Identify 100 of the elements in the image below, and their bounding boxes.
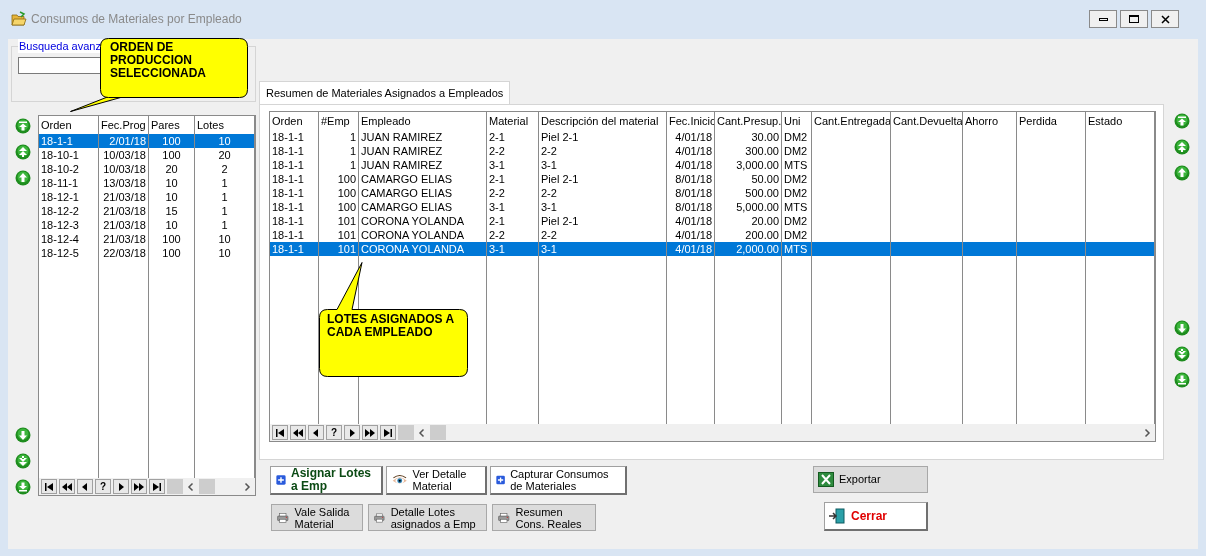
table-row[interactable]: 18-1-1 101 CORONA YOLANDA 2-1 Piel 2-1 4/01/18 20.00 DM2 — [270, 214, 1155, 228]
table-cell: 50.00 — [715, 172, 782, 186]
table-cell: CAMARGO ELIAS — [359, 186, 487, 200]
double-arrow-up-icon[interactable] — [1174, 139, 1190, 155]
next-button[interactable] — [344, 425, 360, 440]
tab[interactable]: Resumen de Materiales Asignados a Empleados — [259, 81, 511, 104]
help-button[interactable]: ? — [326, 425, 342, 440]
action-button[interactable]: Asignar Lotes a Emp — [270, 466, 383, 495]
last-record-button[interactable] — [380, 425, 396, 440]
table-row[interactable]: 18-1-1 1 JUAN RAMIREZ 2-1 Piel 2-1 4/01/18 30.00 DM2 — [270, 130, 1155, 144]
table-row[interactable]: 18-10-1 10/03/18 100 20 — [39, 148, 255, 162]
next-button[interactable] — [113, 479, 129, 494]
table-row[interactable]: 18-12-2 21/03/18 15 1 — [39, 204, 255, 218]
table-row[interactable]: 18-1-1 100 CAMARGO ELIAS 2-2 2-2 8/01/18 500.00 DM2 — [270, 186, 1155, 200]
scroll-right-icon[interactable] — [242, 481, 252, 492]
column-header[interactable]: Uni — [782, 112, 812, 130]
first-record-button[interactable] — [272, 425, 288, 440]
table-row[interactable]: 18-1-1 2/01/18 100 10 — [39, 134, 255, 148]
action-button[interactable]: Capturar Consumos de Materiales — [490, 466, 627, 495]
table-cell: DM2 — [782, 186, 812, 200]
rewind-button[interactable] — [59, 479, 75, 494]
column-header[interactable]: Material — [487, 112, 539, 130]
previous-button[interactable] — [308, 425, 324, 440]
print-button[interactable]: Vale Salida Material — [271, 504, 363, 531]
scroll-thumb[interactable] — [199, 479, 215, 494]
scroll-left-icon[interactable] — [417, 427, 427, 438]
table-row[interactable]: 18-12-1 21/03/18 10 1 — [39, 190, 255, 204]
fast-forward-button[interactable] — [131, 479, 147, 494]
table-cell: 4/01/18 — [667, 158, 715, 172]
arrow-to-top-icon[interactable] — [15, 118, 31, 134]
table-row[interactable]: 18-12-3 21/03/18 10 1 — [39, 218, 255, 232]
column-header[interactable]: Estado — [1086, 112, 1155, 130]
table-cell: DM2 — [782, 172, 812, 186]
table-row[interactable]: 18-12-5 22/03/18 100 10 — [39, 246, 255, 260]
table-row[interactable]: 18-10-2 10/03/18 20 2 — [39, 162, 255, 176]
close-button[interactable] — [1151, 10, 1179, 28]
column-header[interactable]: #Emp — [319, 112, 359, 130]
arrow-to-bottom-icon[interactable] — [1174, 372, 1190, 388]
minimize-button[interactable] — [1089, 10, 1117, 28]
table-cell: 18-12-1 — [39, 190, 99, 204]
column-header[interactable]: Orden — [39, 116, 99, 134]
restore-button[interactable] — [1120, 10, 1148, 28]
scroll-left-icon[interactable] — [186, 481, 196, 492]
arrow-up-icon[interactable] — [1174, 165, 1190, 181]
table-cell: 1 — [319, 130, 359, 144]
table-cell: 2-2 — [539, 144, 667, 158]
table-cell: 100 — [319, 172, 359, 186]
double-arrow-down-icon[interactable] — [15, 453, 31, 469]
column-header[interactable]: Lotes — [195, 116, 255, 134]
scroll-thumb[interactable] — [430, 425, 446, 440]
last-record-button[interactable] — [149, 479, 165, 494]
column-header[interactable]: Fec.Prog — [99, 116, 149, 134]
table-cell: Piel 2-1 — [539, 130, 667, 144]
table-row[interactable]: 18-1-1 1 JUAN RAMIREZ 2-2 2-2 4/01/18 300.00 DM2 — [270, 144, 1155, 158]
arrow-down-icon[interactable] — [1174, 320, 1190, 336]
arrow-to-top-icon[interactable] — [1174, 113, 1190, 129]
table-cell: 3,000.00 — [715, 158, 782, 172]
arrow-to-bottom-icon[interactable] — [15, 479, 31, 495]
print-button[interactable]: Resumen Cons. Reales — [492, 504, 596, 531]
arrow-down-icon[interactable] — [15, 427, 31, 443]
table-row[interactable]: 18-1-1 1 JUAN RAMIREZ 3-1 3-1 4/01/18 3,000.00 MTS — [270, 158, 1155, 172]
callout: LOTES ASIGNADOS A CADA EMPLEADO — [319, 262, 468, 377]
table-cell: 8/01/18 — [667, 186, 715, 200]
table-row[interactable]: 18-1-1 101 CORONA YOLANDA 3-1 3-1 4/01/18 2,000.00 MTS — [270, 242, 1155, 256]
table-cell: 10 — [195, 232, 255, 246]
print-button[interactable]: Detalle Lotes asignados a Emp — [368, 504, 487, 531]
previous-button[interactable] — [77, 479, 93, 494]
table-cell: 2-1 — [487, 214, 539, 228]
table-cell: 10 — [195, 246, 255, 260]
table-cell: 18-12-4 — [39, 232, 99, 246]
first-record-button[interactable] — [41, 479, 57, 494]
scroll-right-icon[interactable] — [1142, 427, 1152, 438]
table-cell: 21/03/18 — [99, 190, 149, 204]
fast-forward-button[interactable] — [362, 425, 378, 440]
table-cell: 10/03/18 — [99, 162, 149, 176]
column-header[interactable]: Cant.Presup. — [715, 112, 782, 130]
table-row[interactable]: 18-12-4 21/03/18 100 10 — [39, 232, 255, 246]
table-row[interactable]: 18-11-1 13/03/18 10 1 — [39, 176, 255, 190]
column-header[interactable]: Descripción del material — [539, 112, 667, 130]
search-field[interactable] — [18, 57, 100, 74]
column-header[interactable]: Cant.Devuelta — [891, 112, 963, 130]
column-header[interactable]: Pares — [149, 116, 195, 134]
table-cell: 3-1 — [487, 158, 539, 172]
table-cell: MTS — [782, 200, 812, 214]
column-header[interactable]: Orden — [270, 112, 319, 130]
export-button[interactable]: Exportar — [813, 466, 928, 493]
help-button[interactable]: ? — [95, 479, 111, 494]
action-button[interactable]: Ver Detalle Material — [386, 466, 487, 495]
column-header[interactable]: Ahorro — [963, 112, 1017, 130]
double-arrow-up-icon[interactable] — [15, 144, 31, 160]
double-arrow-down-icon[interactable] — [1174, 346, 1190, 362]
table-cell: 18-1-1 — [270, 158, 319, 172]
rewind-button[interactable] — [290, 425, 306, 440]
column-header[interactable]: Empleado — [359, 112, 487, 130]
close-form-button[interactable]: Cerrar — [824, 502, 928, 531]
table-row[interactable]: 18-1-1 100 CAMARGO ELIAS 2-1 Piel 2-1 8/01/18 50.00 DM2 — [270, 172, 1155, 186]
column-header[interactable]: Perdida — [1017, 112, 1086, 130]
table-cell: 21/03/18 — [99, 232, 149, 246]
arrow-up-icon[interactable] — [15, 170, 31, 186]
table-row[interactable]: 18-1-1 100 CAMARGO ELIAS 3-1 3-1 8/01/18 5,000.00 MTS — [270, 200, 1155, 214]
